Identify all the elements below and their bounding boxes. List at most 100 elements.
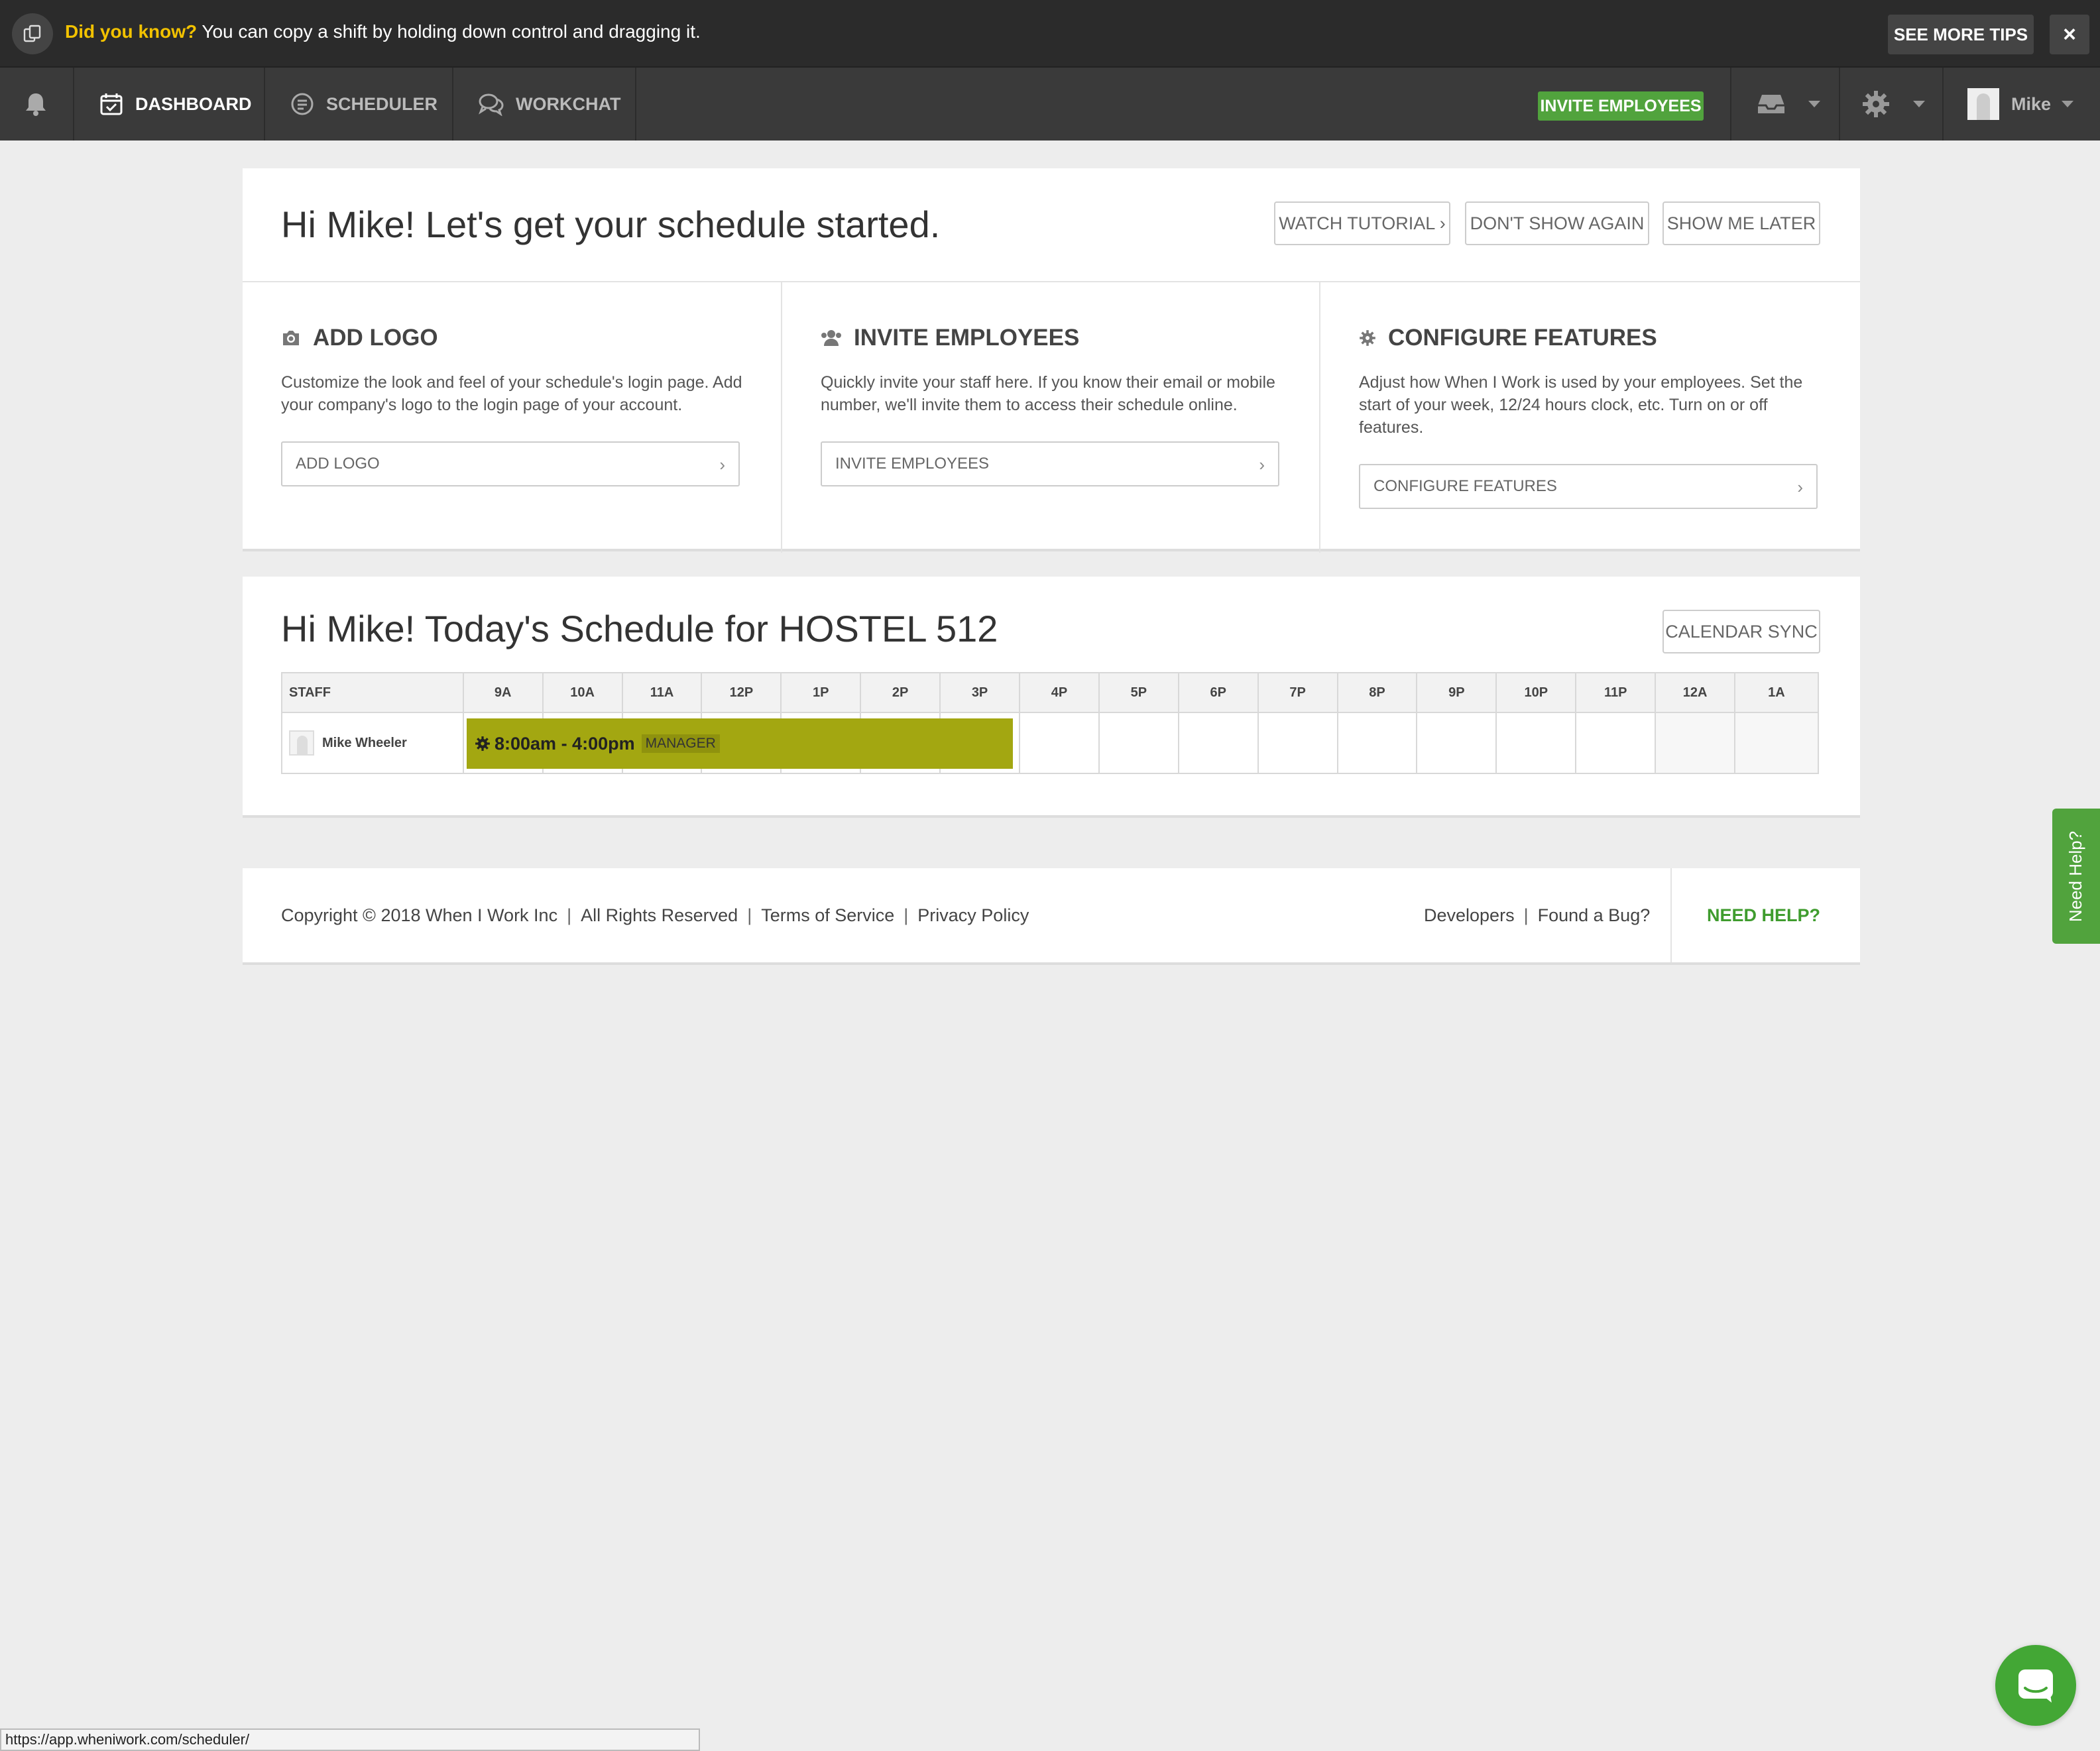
chevron-down-icon [1913, 101, 1925, 107]
hour-column-header: 11P [1575, 673, 1655, 712]
hour-column-header: 2P [860, 673, 939, 712]
main-nav: DASHBOARD SCHEDULER WORKCHAT INVITE EMPL… [0, 66, 2100, 141]
configure-features-button[interactable]: CONFIGURE FEATURES › [1359, 464, 1818, 509]
hour-column-header: 10P [1495, 673, 1575, 712]
hour-column-header: 4P [1019, 673, 1098, 712]
tab-scheduler-label: SCHEDULER [326, 93, 438, 114]
close-tip-button[interactable]: × [2050, 15, 2089, 54]
watch-tutorial-button[interactable]: WATCH TUTORIAL › [1274, 201, 1450, 245]
chevron-right-icon: › [719, 455, 725, 475]
chevron-right-icon: › [1797, 477, 1803, 497]
tip-message: Did you know? You can copy a shift by ho… [65, 21, 701, 42]
inbox-menu[interactable] [1757, 68, 1820, 141]
hour-column-header: 11A [621, 673, 701, 712]
schedule-hour-cell[interactable] [1098, 713, 1178, 773]
schedule-hour-cell[interactable] [1019, 713, 1098, 773]
scheduler-list-icon [291, 93, 314, 115]
hour-column-header: 5P [1098, 673, 1178, 712]
invite-employees-step-button[interactable]: INVITE EMPLOYEES › [821, 441, 1279, 486]
setup-add-logo: ADD LOGO Customize the look and feel of … [243, 282, 781, 553]
users-icon [821, 330, 841, 346]
invite-employees-description: Quickly invite your staff here. If you k… [821, 373, 1275, 414]
add-logo-description: Customize the look and feel of your sche… [281, 373, 742, 414]
status-bar-url: https://app.wheniwork.com/scheduler/ [0, 1728, 700, 1751]
schedule-hour-cell[interactable] [1416, 713, 1495, 773]
avatar [289, 730, 314, 756]
tab-scheduler[interactable]: SCHEDULER [290, 68, 438, 141]
found-bug-link[interactable]: Found a Bug? [1538, 905, 1651, 925]
hour-column-header: 9P [1416, 673, 1495, 712]
setup-configure-features: CONFIGURE FEATURES Adjust how When I Wor… [1319, 282, 1860, 553]
tab-workchat-label: WORKCHAT [516, 93, 621, 114]
schedule-hour-cell[interactable] [1257, 713, 1337, 773]
need-help-side-label: Need Help? [2066, 830, 2086, 922]
schedule-hour-cell[interactable] [1177, 713, 1257, 773]
schedule-table: STAFF 9A 10A 11A 12P 1P 2P 3P 4P 5P 6P 7P 8P 9P 10P 11… [281, 672, 1819, 774]
welcome-card: Hi Mike! Let's get your schedule started… [243, 168, 1860, 553]
rights-text: All Rights Reserved [581, 905, 738, 925]
user-name: Mike [2011, 93, 2052, 114]
chat-icon [2018, 1669, 2053, 1703]
hour-column-header: 1A [1734, 673, 1818, 712]
welcome-title: Hi Mike! Let's get your schedule started… [281, 203, 941, 245]
configure-features-heading: CONFIGURE FEATURES [1359, 325, 1657, 351]
gear-icon [1360, 330, 1375, 346]
hour-column-header: 1P [780, 673, 860, 712]
schedule-hour-cell[interactable] [1655, 713, 1735, 773]
chat-launcher-button[interactable] [1995, 1645, 2076, 1726]
add-logo-button[interactable]: ADD LOGO › [281, 441, 740, 486]
gear-icon [475, 736, 490, 751]
schedule-hour-cell[interactable] [1734, 713, 1818, 773]
hour-column-header: 12P [701, 673, 780, 712]
shift-time: 8:00am - 4:00pm [495, 733, 635, 754]
tab-workchat[interactable]: WORKCHAT [479, 68, 620, 141]
avatar [1967, 88, 1999, 120]
need-help-link[interactable]: NEED HELP? [1670, 868, 1860, 962]
shift-role-badge: MANAGER [641, 734, 720, 753]
tab-dashboard[interactable]: DASHBOARD [99, 68, 252, 141]
schedule-card: Hi Mike! Today's Schedule for HOSTEL 512… [243, 577, 1860, 818]
chat-bubbles-icon [479, 93, 504, 116]
privacy-link[interactable]: Privacy Policy [917, 905, 1029, 925]
schedule-hour-cell[interactable] [1575, 713, 1655, 773]
dont-show-again-button[interactable]: DON'T SHOW AGAIN [1465, 201, 1649, 245]
copyright-text: Copyright © 2018 When I Work Inc [281, 905, 558, 925]
footer-right-links: Developers | Found a Bug? [1424, 905, 1651, 925]
schedule-hour-cell[interactable] [1495, 713, 1575, 773]
schedule-header-row: STAFF 9A 10A 11A 12P 1P 2P 3P 4P 5P 6P 7P 8P 9P 10P 11… [282, 673, 1818, 713]
hour-column-header: 3P [939, 673, 1019, 712]
chevron-down-icon [2062, 101, 2074, 107]
shift-block[interactable]: 8:00am - 4:00pm MANAGER [467, 718, 1013, 769]
schedule-hour-cell[interactable] [1336, 713, 1417, 773]
chevron-right-icon: › [1259, 455, 1265, 475]
hour-column-header: 8P [1336, 673, 1417, 712]
tip-bar: Did you know? You can copy a shift by ho… [0, 0, 2100, 66]
gear-icon [1863, 91, 1889, 117]
hour-column-header: 12A [1655, 673, 1734, 712]
invite-employees-button[interactable]: INVITE EMPLOYEES [1538, 91, 1704, 121]
footer: Copyright © 2018 When I Work Inc | All Rig… [243, 868, 1860, 965]
developers-link[interactable]: Developers [1424, 905, 1515, 925]
add-logo-heading: ADD LOGO [281, 325, 438, 351]
staff-name: Mike Wheeler [322, 735, 407, 750]
hour-column-header: 6P [1177, 673, 1257, 712]
terms-link[interactable]: Terms of Service [761, 905, 894, 925]
configure-features-description: Adjust how When I Work is used by your e… [1359, 373, 1803, 437]
calendar-check-icon [100, 93, 123, 115]
hour-column-header: 7P [1257, 673, 1337, 712]
user-menu[interactable]: Mike [1967, 68, 2074, 141]
staff-cell[interactable]: Mike Wheeler [282, 713, 463, 773]
copy-icon [12, 13, 53, 54]
calendar-sync-button[interactable]: CALENDAR SYNC [1662, 610, 1820, 653]
schedule-title: Hi Mike! Today's Schedule for HOSTEL 512 [281, 608, 998, 650]
footer-links: Copyright © 2018 When I Work Inc | All Rig… [281, 905, 1029, 925]
notifications-bell-icon[interactable] [23, 68, 61, 141]
tip-highlight: Did you know? [65, 21, 198, 42]
setup-steps: ADD LOGO Customize the look and feel of … [243, 281, 1860, 553]
show-me-later-button[interactable]: SHOW ME LATER [1662, 201, 1820, 245]
settings-menu[interactable] [1861, 68, 1925, 141]
table-row: Mike Wheeler 8:00am - 4:00pm MANAGER [282, 713, 1818, 773]
inbox-tray-icon [1758, 95, 1784, 113]
see-more-tips-button[interactable]: SEE MORE TIPS [1888, 15, 2034, 54]
need-help-side-tab[interactable]: Need Help? [2052, 809, 2100, 944]
